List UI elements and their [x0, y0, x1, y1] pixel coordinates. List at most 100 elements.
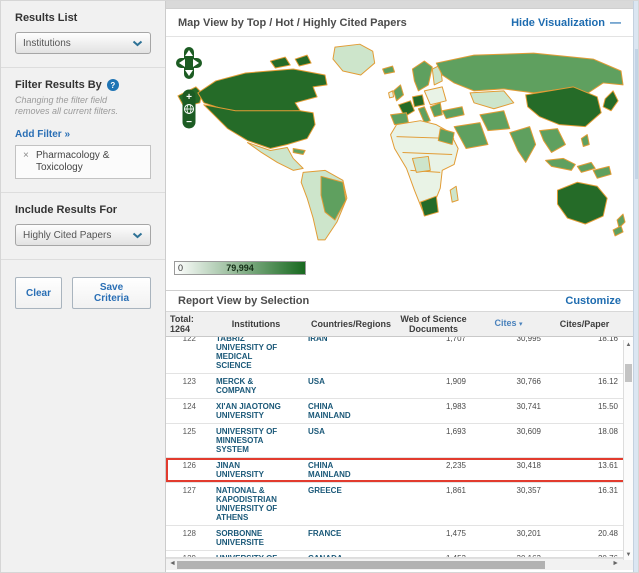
results-list-section: Results List Institutions	[1, 1, 165, 68]
include-results-dropdown[interactable]: Highly Cited Papers	[15, 224, 151, 246]
table-row: 124 XI'AN JIAOTONG UNIVERSITY CHINA MAINLA…	[166, 399, 633, 424]
institution-link[interactable]: UNIVERSITY OF MINNESOTA SYSTEM	[216, 427, 288, 454]
cites-cell: 30,766	[471, 377, 546, 395]
map-color-legend: 0 79,994	[174, 261, 306, 275]
documents-cell: 1,693	[396, 427, 471, 454]
country-cell: USA	[306, 377, 396, 395]
documents-cell: 1,475	[396, 529, 471, 547]
world-map[interactable]	[176, 41, 628, 255]
country-link[interactable]: USA	[308, 377, 368, 386]
map-africa[interactable]	[391, 121, 459, 216]
documents-cell: 1,983	[396, 402, 471, 420]
table-row: 127 NATIONAL & KAPODISTRIAN UNIVERSITY OF…	[166, 483, 633, 526]
zoom-in-icon: +	[186, 92, 192, 103]
hide-visualization-link[interactable]: Hide Visualization —	[511, 17, 621, 29]
filter-sidebar: Results List Institutions Filter Results…	[1, 1, 166, 573]
results-list-dropdown[interactable]: Institutions	[15, 32, 151, 54]
sort-down-icon: ▾	[519, 321, 523, 328]
country-link[interactable]: CHINA MAINLAND	[308, 402, 368, 420]
include-results-selected-value: Highly Cited Papers	[23, 230, 111, 241]
scroll-down-icon[interactable]: ▼	[624, 552, 633, 558]
total-value: 1264	[170, 324, 206, 334]
institution-link[interactable]: JINAN UNIVERSITY	[216, 461, 288, 479]
map-pan-control[interactable]	[176, 47, 202, 79]
remove-filter-icon[interactable]: ×	[23, 150, 29, 162]
institution-link[interactable]: SORBONNE UNIVERSITE	[216, 529, 288, 547]
country-link[interactable]: CHINA MAINLAND	[308, 461, 368, 479]
rank-cell: 126	[166, 461, 206, 479]
cites-per-paper-cell: 15.50	[546, 402, 623, 420]
scroll-left-icon[interactable]: ◄	[169, 560, 176, 567]
add-filter-link[interactable]: Add Filter »	[15, 129, 70, 140]
cites-per-paper-cell: 13.61	[546, 461, 623, 479]
map-asia[interactable]	[436, 53, 623, 172]
country-cell: CHINA MAINLAND	[306, 461, 396, 479]
rank-cell: 124	[166, 402, 206, 420]
table-row-highlighted: 126JINAN UNIVERSITYCHINA MAINLAND2,23530…	[166, 458, 633, 483]
documents-cell: 1,909	[396, 377, 471, 395]
country-link[interactable]: IRAN	[308, 337, 368, 343]
cites-per-paper-cell: 16.12	[546, 377, 623, 395]
esi-results-page: Results List Institutions Filter Results…	[0, 0, 639, 573]
filter-tag: × Pharmacology & Toxicology	[15, 145, 151, 179]
institution-link[interactable]: TABRIZ UNIVERSITY OF MEDICAL SCIENCE	[216, 337, 288, 370]
table-header-row: Total: 1264 Institutions Countries/Regio…	[166, 311, 633, 337]
cites-cell: 30,357	[471, 486, 546, 522]
cites-cell: 30,995	[471, 337, 546, 370]
help-icon[interactable]: ?	[107, 79, 119, 91]
country-link[interactable]: FRANCE	[308, 529, 368, 538]
map-zoom-control[interactable]: + −	[182, 89, 196, 129]
criteria-buttons-section: Clear Save Criteria	[1, 260, 165, 322]
institution-link[interactable]: NATIONAL & KAPODISTRIAN UNIVERSITY OF AT…	[216, 486, 288, 522]
map-south-america[interactable]	[301, 170, 347, 240]
institution-link[interactable]: MERCK & COMPANY	[216, 377, 288, 395]
rank-cell: 128	[166, 529, 206, 547]
zoom-out-icon: −	[186, 117, 192, 128]
results-list-selected-value: Institutions	[23, 38, 71, 49]
scroll-up-icon[interactable]: ▲	[624, 342, 633, 348]
legend-max-value: 79,994	[226, 263, 254, 273]
cites-cell: 30,201	[471, 529, 546, 547]
filter-results-label: Filter Results By	[15, 79, 102, 91]
institution-link[interactable]: XI'AN JIAOTONG UNIVERSITY	[216, 402, 288, 420]
clear-button[interactable]: Clear	[15, 277, 62, 309]
page-vertical-scrollbar[interactable]	[633, 1, 639, 573]
scroll-right-icon[interactable]: ►	[612, 560, 619, 567]
cites-per-paper-column-header: Cites/Paper	[546, 319, 623, 329]
horizontal-scrollbar-thumb[interactable]	[177, 561, 545, 569]
table-row: 129UNIVERSITY OF BRITISHCANADA1,45330,16…	[166, 551, 633, 558]
country-cell: IRAN	[306, 337, 396, 370]
map-europe[interactable]	[383, 61, 447, 125]
institution-cell: UNIVERSITY OF MINNESOTA SYSTEM	[206, 427, 306, 454]
map-north-america[interactable]	[178, 44, 375, 170]
main-panel: Map View by Top / Hot / Highly Cited Pap…	[166, 1, 633, 573]
page-scrollbar-thumb[interactable]	[635, 49, 639, 179]
cites-cell: 30,609	[471, 427, 546, 454]
countries-column-header: Countries/Regions	[306, 319, 396, 329]
customize-link[interactable]: Customize	[565, 295, 621, 307]
rank-cell: 123	[166, 377, 206, 395]
country-cell: USA	[306, 427, 396, 454]
country-link[interactable]: USA	[308, 427, 368, 436]
country-link[interactable]: GREECE	[308, 486, 368, 495]
table-vertical-scrollbar[interactable]: ▲ ▼	[623, 340, 633, 560]
cites-per-paper-cell: 18.08	[546, 427, 623, 454]
documents-cell: 1,707	[396, 337, 471, 370]
rank-cell: 127	[166, 486, 206, 522]
cites-cell: 30,741	[471, 402, 546, 420]
institution-cell: JINAN UNIVERSITY	[206, 461, 306, 479]
documents-cell: 1,861	[396, 486, 471, 522]
institution-cell: NATIONAL & KAPODISTRIAN UNIVERSITY OF AT…	[206, 486, 306, 522]
country-cell: CHINA MAINLAND	[306, 402, 396, 420]
table-scrollbar-thumb[interactable]	[625, 364, 632, 382]
legend-min-value: 0	[178, 263, 183, 273]
save-criteria-button[interactable]: Save Criteria	[72, 277, 151, 309]
table-body: 122TABRIZ UNIVERSITY OF MEDICAL SCIENCEI…	[166, 337, 633, 558]
map-oceania[interactable]	[557, 166, 625, 236]
filter-note: Changing the filter field removes all cu…	[15, 95, 135, 117]
results-list-label: Results List	[15, 12, 151, 24]
documents-column-header: Web of Science Documents	[396, 314, 471, 334]
include-results-section: Include Results For Highly Cited Papers	[1, 193, 165, 260]
horizontal-scrollbar[interactable]: ◄ ►	[166, 558, 633, 570]
cites-column-header-sortable[interactable]: Cites ▾	[471, 318, 546, 330]
